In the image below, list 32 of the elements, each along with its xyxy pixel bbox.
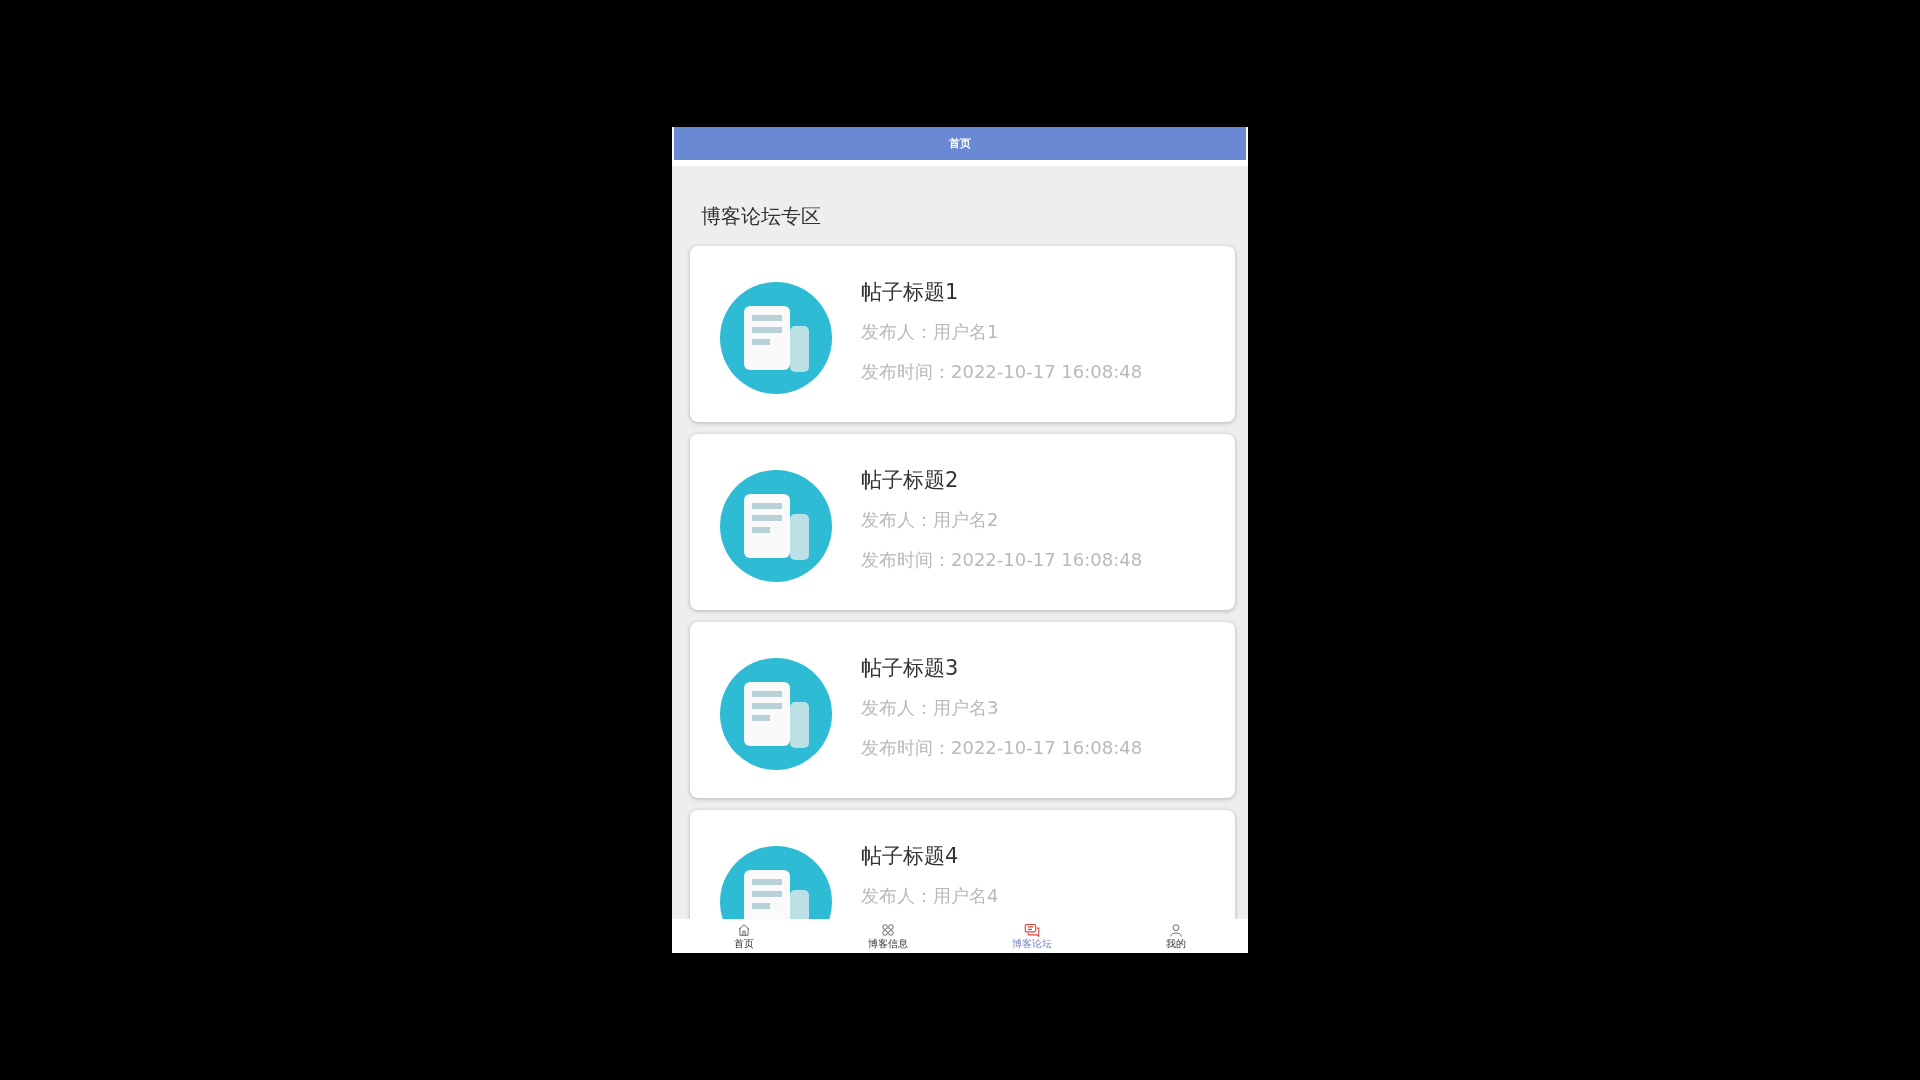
document-icon [720, 658, 832, 770]
post-author: 发布人：用户名1 [861, 320, 999, 344]
tab-item[interactable]: 我的 [1104, 919, 1248, 953]
tab-label: 博客论坛 [1012, 938, 1052, 949]
tab-label: 博客信息 [868, 938, 908, 949]
tab-item[interactable]: 首页 [672, 919, 816, 953]
post-time: 发布时间：2022-10-17 16:08:48 [861, 548, 1143, 572]
header-title: 首页 [674, 127, 1246, 160]
post-title: 帖子标题2 [861, 467, 959, 494]
post-author: 发布人：用户名2 [861, 508, 999, 532]
post-card[interactable]: 帖子标题4 发布人：用户名4 [690, 810, 1235, 919]
tab-item[interactable]: 博客论坛 [960, 919, 1104, 953]
grid-icon [881, 923, 895, 937]
post-author: 发布人：用户名3 [861, 696, 999, 720]
document-icon [720, 282, 832, 394]
post-title: 帖子标题1 [861, 279, 959, 306]
tab-label: 首页 [734, 938, 754, 949]
post-title: 帖子标题4 [861, 843, 959, 870]
post-time: 发布时间：2022-10-17 16:08:48 [861, 736, 1143, 760]
user-icon [1169, 923, 1183, 937]
post-time: 发布时间：2022-10-17 16:08:48 [861, 360, 1143, 384]
tab-item[interactable]: 博客信息 [816, 919, 960, 953]
chat-icon [1024, 923, 1040, 937]
section-title: 博客论坛专区 [701, 203, 821, 230]
home-icon [737, 923, 751, 937]
post-card[interactable]: 帖子标题1 发布人：用户名1 发布时间：2022-10-17 16:08:48 [690, 246, 1235, 422]
post-card[interactable]: 帖子标题2 发布人：用户名2 发布时间：2022-10-17 16:08:48 [690, 434, 1235, 610]
tab-label: 我的 [1166, 938, 1186, 949]
document-icon [720, 470, 832, 582]
post-card[interactable]: 帖子标题3 发布人：用户名3 发布时间：2022-10-17 16:08:48 [690, 622, 1235, 798]
post-author: 发布人：用户名4 [861, 884, 999, 908]
post-title: 帖子标题3 [861, 655, 959, 682]
